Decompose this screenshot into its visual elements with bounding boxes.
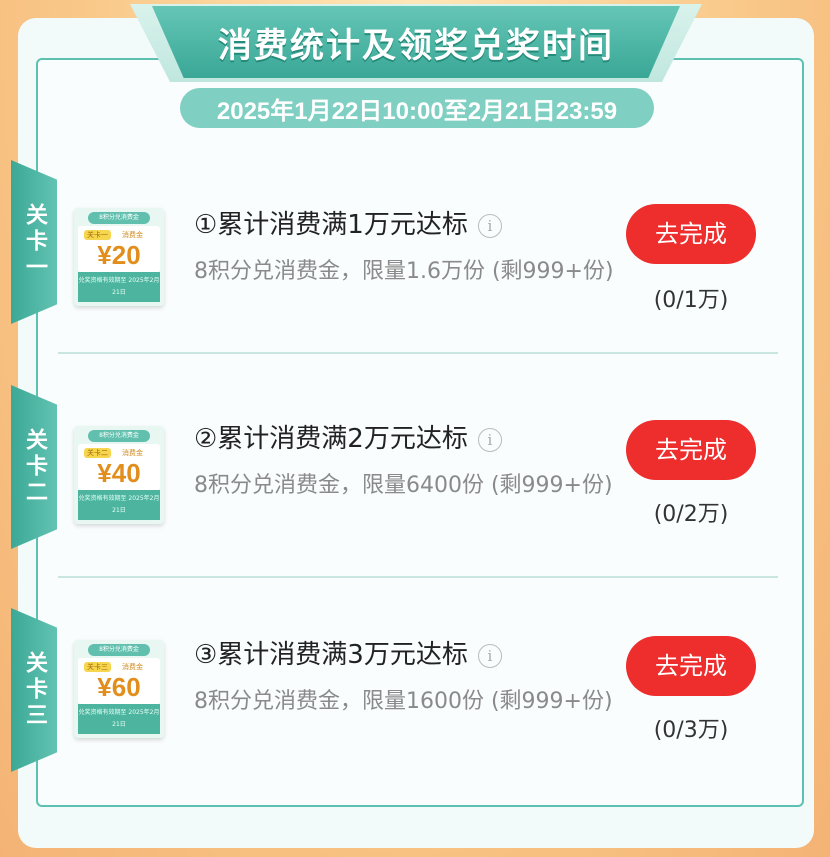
tab-label: 关卡一 — [22, 203, 47, 281]
level-title: ③累计消费满3万元达标 i — [194, 634, 502, 671]
level-title: ②累计消费满2万元达标 i — [194, 418, 502, 455]
level-row-1: 8积分兑消费金 关卡一 消费金 ¥20 兑奖资格有效期至 2025年2月21日 … — [58, 200, 776, 410]
coupon-body: 关卡二 消费金 ¥40 — [78, 444, 160, 490]
tab-label: 关卡三 — [22, 651, 47, 729]
coupon-footer: 兑奖资格有效期至 2025年2月21日 — [78, 490, 160, 520]
coupon-tag: 关卡二 — [84, 448, 111, 458]
level-row-3: 8积分兑消费金 关卡三 消费金 ¥60 兑奖资格有效期至 2025年2月21日 … — [58, 630, 776, 840]
level-desc: 8积分兑消费金，限量6400份 (剩999+份) — [194, 473, 613, 498]
tab-label: 关卡二 — [22, 428, 47, 506]
divider — [58, 352, 778, 354]
info-icon[interactable]: i — [477, 643, 502, 668]
coupon-header: 8积分兑消费金 — [88, 212, 150, 224]
coupon-header: 8积分兑消费金 — [88, 644, 150, 656]
coupon-tag: 关卡一 — [84, 230, 111, 240]
coupon-image: 8积分兑消费金 关卡二 消费金 ¥40 兑奖资格有效期至 2025年2月21日 — [74, 426, 164, 524]
progress-text: (0/1万) — [653, 288, 729, 313]
level-title-text: ①累计消费满1万元达标 — [194, 210, 468, 240]
complete-button[interactable]: 去完成 — [626, 636, 756, 696]
level-desc: 8积分兑消费金，限量1.6万份 (剩999+份) — [194, 259, 614, 284]
level-title-text: ③累计消费满3万元达标 — [194, 640, 468, 670]
period-badge: 2025年1月22日10:00至2月21日23:59 — [180, 88, 654, 128]
info-icon[interactable]: i — [477, 427, 502, 452]
progress-text: (0/3万) — [653, 718, 729, 743]
coupon-tag-label: 消费金 — [122, 663, 143, 671]
coupon-tag-label: 消费金 — [122, 231, 143, 239]
coupon-tag: 关卡三 — [84, 662, 111, 672]
level-desc: 8积分兑消费金，限量1600份 (剩999+份) — [194, 689, 613, 714]
coupon-image: 8积分兑消费金 关卡三 消费金 ¥60 兑奖资格有效期至 2025年2月21日 — [74, 640, 164, 738]
level-title-text: ②累计消费满2万元达标 — [194, 424, 468, 454]
page-title: 消费统计及领奖兑奖时间 — [218, 25, 614, 66]
tab-level-3: 关卡三 — [11, 608, 57, 772]
progress-text: (0/2万) — [653, 502, 729, 527]
coupon-header: 8积分兑消费金 — [88, 430, 150, 442]
coupon-amount: ¥20 — [97, 240, 141, 270]
coupon-amount: ¥40 — [97, 458, 141, 488]
coupon-body: 关卡三 消费金 ¥60 — [78, 658, 160, 704]
coupon-body: 关卡一 消费金 ¥20 — [78, 226, 160, 272]
tab-level-1: 关卡一 — [11, 160, 57, 324]
tab-level-2: 关卡二 — [11, 385, 57, 549]
complete-button[interactable]: 去完成 — [626, 204, 756, 264]
complete-button[interactable]: 去完成 — [626, 420, 756, 480]
level-title: ①累计消费满1万元达标 i — [194, 204, 502, 241]
coupon-footer: 兑奖资格有效期至 2025年2月21日 — [78, 704, 160, 734]
coupon-footer: 兑奖资格有效期至 2025年2月21日 — [78, 272, 160, 302]
coupon-image: 8积分兑消费金 关卡一 消费金 ¥20 兑奖资格有效期至 2025年2月21日 — [74, 208, 164, 306]
level-row-2: 8积分兑消费金 关卡二 消费金 ¥40 兑奖资格有效期至 2025年2月21日 … — [58, 414, 776, 624]
coupon-amount: ¥60 — [97, 672, 141, 702]
divider — [58, 576, 778, 578]
title-banner: 消费统计及领奖兑奖时间 — [152, 6, 680, 78]
info-icon[interactable]: i — [477, 213, 502, 238]
coupon-tag-label: 消费金 — [122, 449, 143, 457]
